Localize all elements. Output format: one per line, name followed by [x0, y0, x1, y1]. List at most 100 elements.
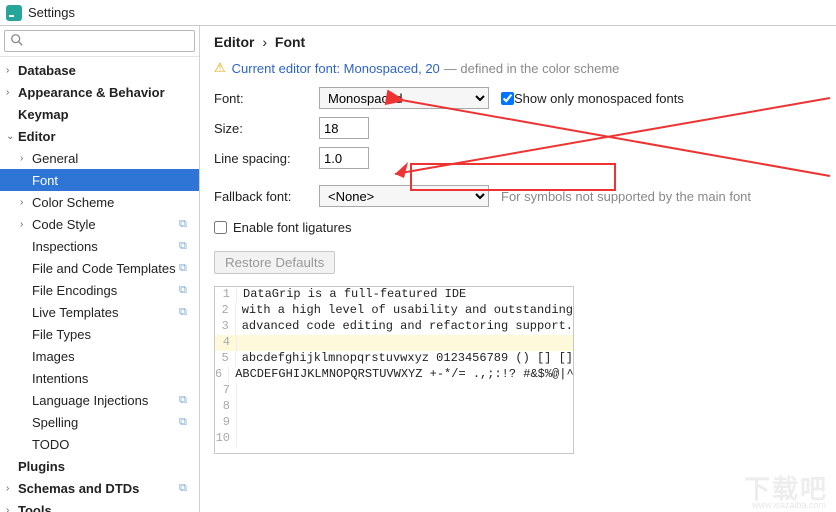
size-label: Size:	[214, 121, 319, 136]
chevron-icon: ›	[6, 505, 18, 512]
scheme-icon: ⧉	[179, 306, 193, 319]
preview-line: 5abcdefghijklmnopqrstuvwxyz 0123456789 (…	[215, 351, 573, 367]
preview-text: DataGrip is a full-featured IDE	[237, 287, 466, 303]
settings-tree: ›Database›Appearance & BehaviorKeymap⌄Ed…	[0, 57, 199, 512]
tree-item-file-encodings[interactable]: File Encodings⧉	[0, 279, 199, 301]
tree-item-label: Plugins	[18, 459, 199, 474]
preview-text	[237, 335, 243, 351]
tree-item-label: Tools	[18, 503, 199, 512]
tree-item-plugins[interactable]: Plugins	[0, 455, 199, 477]
tree-item-file-and-code-templates[interactable]: File and Code Templates⧉	[0, 257, 199, 279]
tree-item-label: Appearance & Behavior	[18, 85, 199, 100]
ligatures-checkbox[interactable]	[214, 221, 227, 234]
scheme-icon: ⧉	[179, 416, 193, 429]
breadcrumb: Editor › Font	[214, 34, 822, 50]
tree-item-general[interactable]: ›General	[0, 147, 199, 169]
search-icon	[10, 33, 24, 47]
breadcrumb-b: Font	[275, 34, 305, 50]
gutter-number: 9	[215, 415, 237, 431]
preview-text	[237, 431, 243, 447]
tree-item-label: Database	[18, 63, 199, 78]
preview-text: advanced code editing and refactoring su…	[236, 319, 573, 335]
tree-item-todo[interactable]: TODO	[0, 433, 199, 455]
show-mono-checkbox[interactable]	[501, 92, 514, 105]
tree-item-label: Language Injections	[32, 393, 179, 408]
show-mono-label[interactable]: Show only monospaced fonts	[514, 91, 684, 106]
tree-item-label: Schemas and DTDs	[18, 481, 179, 496]
tree-item-label: Font	[32, 173, 199, 188]
search-input[interactable]	[4, 30, 195, 52]
tree-item-file-types[interactable]: File Types	[0, 323, 199, 345]
tree-item-intentions[interactable]: Intentions	[0, 367, 199, 389]
chevron-icon: ⌄	[6, 131, 18, 142]
gutter-number: 5	[215, 351, 236, 367]
gutter-number: 1	[215, 287, 237, 303]
tree-item-label: File and Code Templates	[32, 261, 179, 276]
tree-item-live-templates[interactable]: Live Templates⧉	[0, 301, 199, 323]
tree-item-keymap[interactable]: Keymap	[0, 103, 199, 125]
preview-line: 9	[215, 415, 573, 431]
line-spacing-input[interactable]	[319, 147, 369, 169]
preview-line: 7	[215, 383, 573, 399]
tree-item-label: TODO	[32, 437, 199, 452]
tree-item-appearance-behavior[interactable]: ›Appearance & Behavior	[0, 81, 199, 103]
tree-item-label: Live Templates	[32, 305, 179, 320]
chevron-icon: ›	[6, 483, 18, 494]
size-input[interactable]	[319, 117, 369, 139]
font-select[interactable]: Monospaced	[319, 87, 489, 109]
tree-item-language-injections[interactable]: Language Injections⧉	[0, 389, 199, 411]
preview-line: 2with a high level of usability and outs…	[215, 303, 573, 319]
scheme-icon: ⧉	[179, 240, 193, 253]
preview-line: 8	[215, 399, 573, 415]
app-icon	[6, 5, 22, 21]
preview-line: 1DataGrip is a full-featured IDE	[215, 287, 573, 303]
font-label: Font:	[214, 91, 319, 106]
tree-item-label: Code Style	[32, 217, 179, 232]
fallback-select[interactable]: <None>	[319, 185, 489, 207]
current-font-link[interactable]: Current editor font: Monospaced, 20	[232, 61, 440, 76]
tree-item-editor[interactable]: ⌄Editor	[0, 125, 199, 147]
window-title: Settings	[28, 5, 75, 20]
preview-line: 6ABCDEFGHIJKLMNOPQRSTUVWXYZ +-*/= .,;:!?…	[215, 367, 573, 383]
ligatures-label[interactable]: Enable font ligatures	[233, 220, 352, 235]
scheme-icon: ⧉	[179, 394, 193, 407]
watermark-sub: www.xiazaiba.com	[752, 500, 826, 510]
tree-item-label: General	[32, 151, 199, 166]
tree-item-code-style[interactable]: ›Code Style⧉	[0, 213, 199, 235]
tree-item-tools[interactable]: ›Tools	[0, 499, 199, 512]
chevron-icon: ›	[6, 87, 18, 98]
tree-item-label: Images	[32, 349, 199, 364]
chevron-icon: ›	[20, 219, 32, 230]
gutter-number: 7	[215, 383, 237, 399]
tree-item-label: Intentions	[32, 371, 199, 386]
tree-item-inspections[interactable]: Inspections⧉	[0, 235, 199, 257]
warning-row: ⚠ Current editor font: Monospaced, 20 — …	[214, 60, 822, 76]
line-spacing-label: Line spacing:	[214, 151, 319, 166]
tree-item-color-scheme[interactable]: ›Color Scheme	[0, 191, 199, 213]
scheme-icon: ⧉	[179, 482, 193, 495]
fallback-label: Fallback font:	[214, 189, 319, 204]
tree-item-label: Keymap	[18, 107, 199, 122]
scheme-icon: ⧉	[179, 284, 193, 297]
preview-text: ABCDEFGHIJKLMNOPQRSTUVWXYZ +-*/= .,;:!? …	[229, 367, 573, 383]
tree-item-label: Spelling	[32, 415, 179, 430]
preview-line: 4	[215, 335, 573, 351]
preview-text: with a high level of usability and outst…	[236, 303, 573, 319]
tree-item-schemas-and-dtds[interactable]: ›Schemas and DTDs⧉	[0, 477, 199, 499]
preview-text	[237, 383, 243, 399]
tree-item-images[interactable]: Images	[0, 345, 199, 367]
titlebar: Settings	[0, 0, 836, 26]
gutter-number: 4	[215, 335, 237, 351]
restore-defaults-button[interactable]: Restore Defaults	[214, 251, 335, 274]
preview-line: 3advanced code editing and refactoring s…	[215, 319, 573, 335]
breadcrumb-sep: ›	[262, 34, 267, 50]
chevron-icon: ›	[6, 65, 18, 76]
breadcrumb-a: Editor	[214, 34, 254, 50]
scheme-icon: ⧉	[179, 218, 193, 231]
gutter-number: 2	[215, 303, 236, 319]
tree-item-label: File Types	[32, 327, 199, 342]
tree-item-spelling[interactable]: Spelling⧉	[0, 411, 199, 433]
tree-item-database[interactable]: ›Database	[0, 59, 199, 81]
tree-item-font[interactable]: Font	[0, 169, 199, 191]
warning-icon: ⚠	[214, 60, 226, 76]
